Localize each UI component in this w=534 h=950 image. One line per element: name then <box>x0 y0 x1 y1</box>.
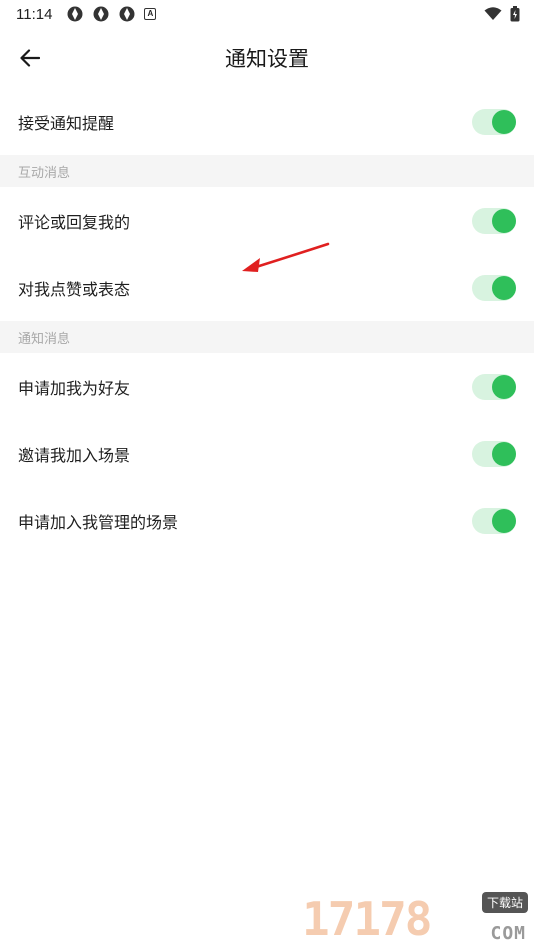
watermark-domain: COM <box>490 923 526 944</box>
page-title: 通知设置 <box>225 47 309 71</box>
status-notification-icons: A <box>66 5 157 23</box>
setting-row-scene-join-request: 申请加入我管理的场景 <box>0 487 534 554</box>
comment-reply-toggle[interactable] <box>472 207 516 234</box>
toggle-knob <box>492 109 516 134</box>
status-system-icons <box>484 6 520 22</box>
setting-label: 接受通知提醒 <box>18 113 115 133</box>
section-header-notification: 通知消息 <box>0 321 534 353</box>
app-bar: 通知设置 <box>0 28 534 88</box>
scene-invite-toggle[interactable] <box>472 440 516 467</box>
accept-notifications-toggle[interactable] <box>472 108 516 135</box>
watermark-tag: 下载站 <box>481 892 528 913</box>
like-react-toggle[interactable] <box>472 274 516 301</box>
setting-label: 评论或回复我的 <box>18 212 131 232</box>
toggle-knob <box>492 374 516 399</box>
setting-label: 邀请我加入场景 <box>18 445 131 465</box>
setting-row-like-react: 对我点赞或表态 <box>0 254 534 321</box>
battery-icon <box>510 6 520 22</box>
app-notification-icon <box>67 6 83 22</box>
back-button[interactable] <box>12 40 48 76</box>
friend-request-toggle[interactable] <box>472 373 516 400</box>
setting-row-comment-reply: 评论或回复我的 <box>0 187 534 254</box>
wifi-icon <box>484 7 502 20</box>
setting-row-accept-notifications: 接受通知提醒 <box>0 88 534 155</box>
toggle-knob <box>492 441 516 466</box>
a-notification-icon: A <box>144 8 157 20</box>
setting-row-friend-request: 申请加我为好友 <box>0 353 534 420</box>
setting-label: 申请加入我管理的场景 <box>18 512 179 532</box>
app-notification-icon <box>93 6 109 22</box>
arrow-left-icon <box>20 49 40 67</box>
setting-row-scene-invite: 邀请我加入场景 <box>0 420 534 487</box>
toggle-knob <box>492 275 516 300</box>
watermark-digits: 17178 <box>302 892 432 946</box>
toggle-knob <box>492 208 516 233</box>
setting-label: 申请加我为好友 <box>18 378 131 398</box>
scene-join-request-toggle[interactable] <box>472 507 516 534</box>
setting-label: 对我点赞或表态 <box>18 279 131 299</box>
app-notification-icon <box>119 6 135 22</box>
toggle-knob <box>492 508 516 533</box>
status-bar: 11:14 A <box>0 0 534 28</box>
status-time: 11:14 <box>16 5 53 23</box>
watermark-logo: 17178 下载站 COM <box>302 892 528 946</box>
section-header-interaction: 互动消息 <box>0 155 534 187</box>
